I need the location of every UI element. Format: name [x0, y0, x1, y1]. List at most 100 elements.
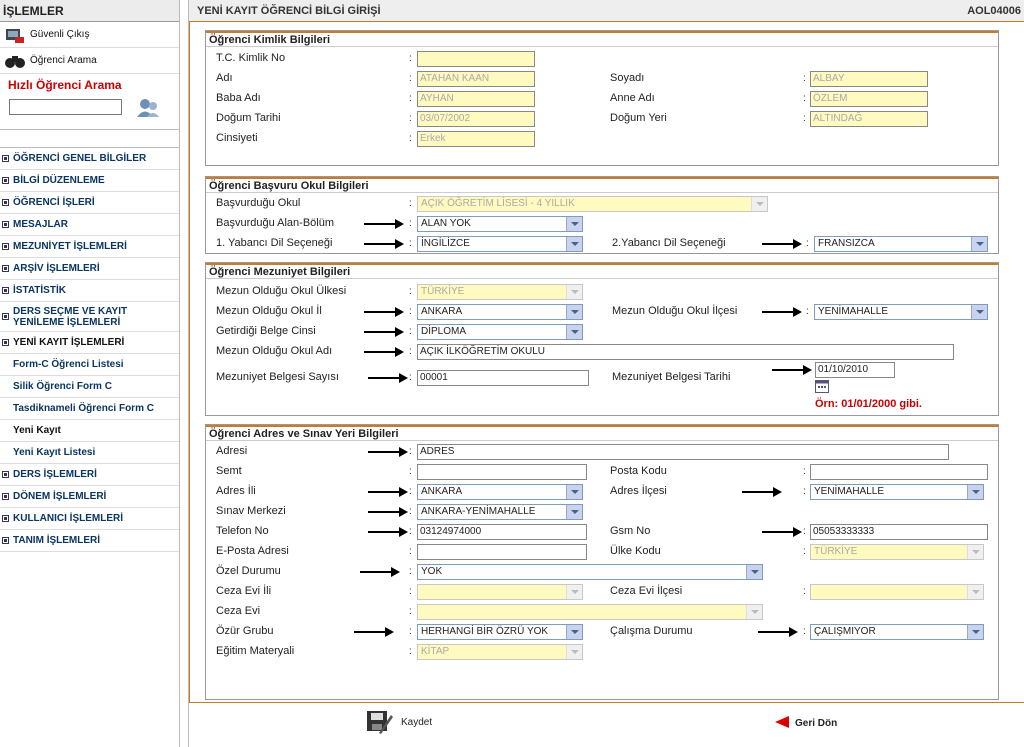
menu-new-registration[interactable]: YENİ KAYIT İŞLEMLERİ [0, 332, 179, 354]
menu-student-affairs[interactable]: ÖĞRENCİ İŞLERİ [0, 192, 179, 214]
grad-country-select[interactable]: TÜRKİYE [417, 284, 583, 300]
chevron-down-icon [971, 237, 987, 251]
father-field[interactable]: AYHAN [417, 91, 535, 107]
prison-prov-select[interactable] [417, 584, 583, 600]
quick-search-title: Hızlı Öğrenci Arama [8, 78, 122, 92]
doc-select[interactable]: DİPLOMA [417, 324, 583, 340]
sidebar: İŞLEMLER Güvenli Çıkış Öğrenci Arama Hız… [0, 0, 180, 747]
addr-prov-select[interactable]: ANKARA [417, 484, 583, 500]
certdate-label: Mezuniyet Belgesi Tarihi [612, 371, 731, 383]
grad-province-label: Mezun Olduğu Okul İl [216, 305, 322, 317]
school-title: Öğrenci Başvuru Okul Bilgileri [206, 177, 998, 193]
menu-definitions[interactable]: TANIM İŞLEMLERİ [0, 530, 179, 552]
semt-label: Semt [216, 465, 242, 477]
phone-field[interactable]: 03124974000 [417, 524, 587, 540]
prison-dist-label: Ceza Evi İlçesi [610, 585, 683, 597]
work-select[interactable]: ÇALIŞMIYOR [810, 624, 984, 640]
disability-select[interactable]: HERHANGİ BİR ÖZRÜ YOK [417, 624, 583, 640]
addr-prov-label: Adres İli [216, 485, 256, 497]
material-select[interactable]: KİTAP [417, 644, 583, 660]
exam-label: Sınav Merkezi [216, 505, 286, 517]
identity-section: Öğrenci Kimlik Bilgileri T.C. Kimlik No … [205, 30, 999, 166]
quick-search-input[interactable] [9, 99, 122, 115]
grad-province-select[interactable]: ANKARA [417, 304, 583, 320]
tc-field[interactable] [417, 51, 535, 67]
menu-courses[interactable]: DERS İŞLEMLERİ [0, 464, 179, 486]
birthplace-field[interactable]: ALTINDAĞ [810, 111, 928, 127]
country-code-select[interactable]: TÜRKİYE [810, 544, 984, 560]
school-select[interactable]: AÇIK ÖĞRETİM LİSESİ - 4 YILLIK [417, 196, 768, 212]
menu-statistics[interactable]: İSTATİSTİK [0, 280, 179, 302]
arrow-icon [364, 219, 404, 229]
identity-title: Öğrenci Kimlik Bilgileri [206, 31, 998, 47]
expand-icon [2, 221, 9, 228]
gsm-field[interactable]: 05053333333 [810, 524, 988, 540]
submenu-form-c[interactable]: Form-C Öğrenci Listesi [0, 354, 179, 376]
special-select[interactable]: YOK [417, 564, 763, 580]
menu-course-selection[interactable]: DERS SEÇME VE KAYIT YENİLEME İŞLEMLERİ [0, 302, 179, 332]
doc-label: Getirdiği Belge Cinsi [216, 325, 316, 337]
graduation-title: Öğrenci Mezuniyet Bilgileri [206, 263, 998, 279]
name-field[interactable]: ATAHAN KAAN [417, 71, 535, 87]
grad-district-select[interactable]: YENİMAHALLE [814, 304, 988, 320]
email-label: E-Posta Adresi [216, 545, 289, 557]
certdate-field[interactable]: 01/10/2010 [815, 362, 895, 378]
semt-field[interactable] [417, 464, 587, 480]
expand-icon [2, 339, 9, 346]
submenu-silik-form-c[interactable]: Silik Öğrenci Form C [0, 376, 179, 398]
disability-label: Özür Grubu [216, 625, 274, 637]
menu-graduation[interactable]: MEZUNİYET İŞLEMLERİ [0, 236, 179, 258]
surname-field[interactable]: ALBAY [810, 71, 928, 87]
lang2-select[interactable]: FRANSIZCA [814, 236, 988, 252]
prison-dist-select[interactable] [810, 584, 984, 600]
phone-label: Telefon No [216, 525, 269, 537]
binoculars-icon [4, 52, 26, 70]
submenu-tasdikname-form-c[interactable]: Tasdiknameli Öğrenci Form C [0, 398, 179, 420]
submenu-registration-list[interactable]: Yeni Kayıt Listesi [0, 442, 179, 464]
grad-school-field[interactable]: AÇIK İLKÖĞRETİM OKULU [417, 344, 954, 360]
lang1-select[interactable]: İNGİLİZCE [417, 236, 583, 252]
mother-field[interactable]: ÖZLEM [810, 91, 928, 107]
menu-edit[interactable]: BİLGİ DÜZENLEME [0, 170, 179, 192]
submenu-new-registration[interactable]: Yeni Kayıt [0, 420, 179, 442]
email-field[interactable] [417, 544, 587, 560]
page-header: YENİ KAYIT ÖĞRENCİ BİLGİ GİRİŞİ AOL04006 [189, 0, 1024, 22]
postal-field[interactable] [810, 464, 988, 480]
save-button[interactable]: Kaydet [365, 707, 432, 738]
prison-select[interactable] [417, 604, 763, 620]
form-container: Öğrenci Kimlik Bilgileri T.C. Kimlik No … [189, 22, 1024, 703]
lang1-label: 1. Yabancı Dil Seçeneği [216, 237, 333, 249]
menu-archive[interactable]: ARŞİV İŞLEMLERİ [0, 258, 179, 280]
exam-select[interactable]: ANKARA-YENİMAHALLE [417, 504, 583, 520]
chevron-down-icon [746, 605, 762, 619]
arrow-icon [354, 627, 394, 637]
gender-field[interactable]: Erkek [417, 131, 535, 147]
expand-icon [2, 493, 9, 500]
menu-student-info[interactable]: ÖĞRENCİ GENEL BİLGİLER [0, 148, 179, 170]
user-search-icon[interactable] [136, 96, 160, 118]
arrow-icon [364, 307, 404, 317]
address-field[interactable]: ADRES [417, 444, 949, 460]
chevron-down-icon [566, 645, 582, 659]
logout-link[interactable]: Güvenli Çıkış [0, 22, 179, 48]
work-label: Çalışma Durumu [610, 625, 693, 637]
chevron-down-icon [566, 217, 582, 231]
back-button[interactable]: Geri Dön [775, 716, 837, 731]
grad-school-label: Mezun Olduğu Okul Adı [216, 345, 333, 357]
area-select[interactable]: ALAN YOK [417, 216, 583, 232]
chevron-down-icon [751, 197, 767, 211]
student-search-link[interactable]: Öğrenci Arama [0, 48, 179, 74]
chevron-down-icon [566, 505, 582, 519]
menu-messages[interactable]: MESAJLAR [0, 214, 179, 236]
special-label: Özel Durumu [216, 565, 281, 577]
grad-district-label: Mezun Olduğu Okul İlçesi [612, 305, 738, 317]
birthdate-field[interactable]: 03/07/2002 [417, 111, 535, 127]
addr-dist-select[interactable]: YENİMAHALLE [810, 484, 984, 500]
menu-term[interactable]: DÖNEM İŞLEMLERİ [0, 486, 179, 508]
calendar-icon[interactable] [815, 380, 829, 393]
certno-field[interactable]: 00001 [417, 370, 589, 386]
chevron-down-icon [967, 545, 983, 559]
menu-users[interactable]: KULLANICI İŞLEMLERİ [0, 508, 179, 530]
address-title: Öğrenci Adres ve Sınav Yeri Bilgileri [206, 425, 998, 441]
gsm-label: Gsm No [610, 525, 651, 537]
